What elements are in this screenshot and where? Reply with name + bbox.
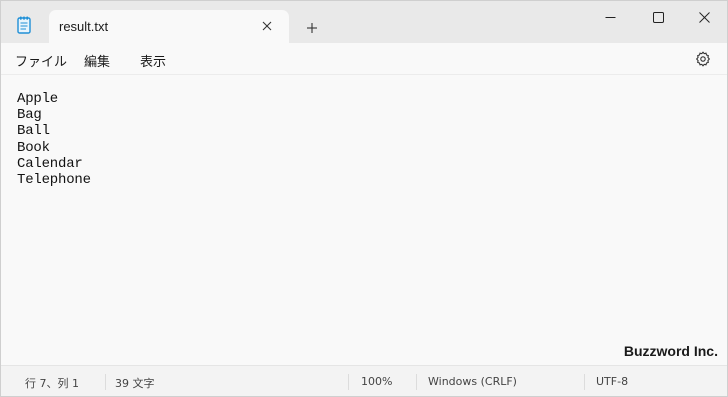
- new-tab-plus-icon[interactable]: [302, 18, 322, 38]
- menu-edit[interactable]: 編集: [84, 51, 110, 70]
- gear-icon[interactable]: [695, 51, 711, 67]
- status-divider: [105, 374, 106, 390]
- editor-line: Telephone: [17, 171, 91, 188]
- menu-view[interactable]: 表示: [140, 51, 166, 70]
- close-icon[interactable]: [681, 1, 727, 33]
- status-zoom[interactable]: 100%: [361, 375, 392, 388]
- editor-line: Ball: [17, 123, 50, 140]
- menu-file[interactable]: ファイル: [15, 51, 67, 70]
- tab-title: result.txt: [59, 19, 109, 34]
- status-char-count: 39 文字: [115, 377, 155, 390]
- notepad-window: result.txt ファイル 編集 表示 Apple Bag Ball Boo…: [0, 0, 728, 397]
- editor-line: Book: [17, 139, 50, 156]
- status-divider: [348, 374, 349, 390]
- notepad-icon: [17, 16, 31, 34]
- status-divider: [584, 374, 585, 390]
- minimize-icon[interactable]: [587, 1, 633, 33]
- maximize-icon[interactable]: [635, 1, 681, 33]
- menu-bar: ファイル 編集 表示: [1, 43, 727, 75]
- editor-line: Bag: [17, 107, 42, 124]
- text-editor[interactable]: Apple Bag Ball Book Calendar Telephone B…: [1, 76, 727, 365]
- status-encoding[interactable]: UTF-8: [596, 375, 628, 388]
- tab-result-txt[interactable]: result.txt: [49, 10, 289, 43]
- editor-line: Apple: [17, 91, 59, 107]
- watermark: Buzzword Inc.: [623, 343, 718, 359]
- status-line-ending[interactable]: Windows (CRLF): [428, 375, 517, 388]
- title-bar: result.txt: [1, 1, 727, 43]
- tab-close-icon[interactable]: [259, 18, 275, 34]
- editor-content[interactable]: Apple Bag Ball Book Calendar Telephone: [17, 91, 91, 188]
- editor-line: Calendar: [17, 155, 83, 172]
- status-cursor-position: 行 7、列 1: [25, 377, 79, 390]
- status-divider: [416, 374, 417, 390]
- status-bar: 行 7、列 1 39 文字 100% Windows (CRLF) UTF-8: [1, 365, 727, 396]
